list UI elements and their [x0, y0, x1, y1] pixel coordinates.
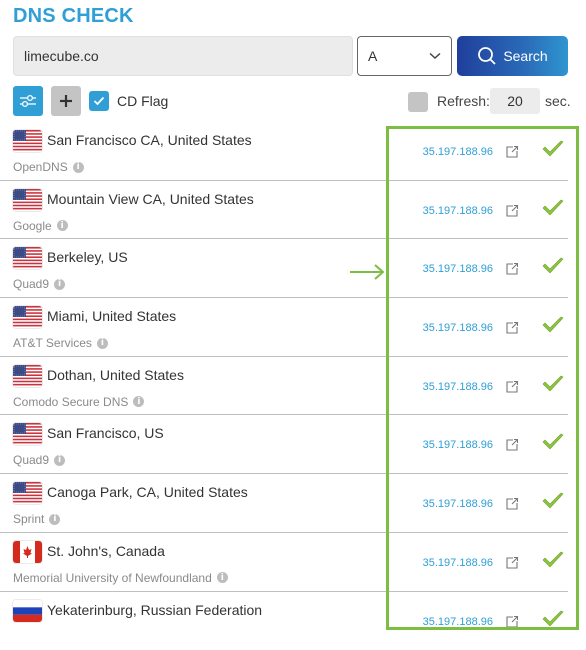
provider-name: Memorial University of Newfoundland: [13, 571, 212, 585]
info-icon[interactable]: i: [73, 162, 84, 173]
refresh-unit-label: sec.: [545, 93, 571, 109]
domain-input[interactable]: [13, 36, 353, 76]
provider-name: Comodo Secure DNS: [13, 395, 128, 409]
result-location: St. John's, Canada: [47, 543, 165, 559]
flag-us-icon: [13, 306, 42, 328]
result-row: Dothan, United States Comodo Secure DNS …: [0, 357, 568, 416]
external-link-icon[interactable]: [505, 321, 519, 335]
provider-name: Sprint: [13, 512, 44, 526]
result-ip-link[interactable]: 35.197.188.96: [423, 205, 493, 217]
result-provider: Comodo Secure DNS i: [13, 395, 144, 409]
external-link-icon[interactable]: [505, 204, 519, 218]
add-button[interactable]: [51, 86, 81, 116]
filter-settings-button[interactable]: [13, 86, 43, 116]
result-ip-link[interactable]: 35.197.188.96: [423, 263, 493, 275]
result-provider: Memorial University of Newfoundland i: [13, 571, 228, 585]
flag-ru-icon: [13, 600, 42, 622]
result-location: Miami, United States: [47, 308, 176, 324]
result-location: Yekaterinburg, Russian Federation: [47, 602, 262, 618]
status-ok-check-icon: [542, 257, 564, 275]
result-location: Canoga Park, CA, United States: [47, 484, 248, 500]
search-icon: [477, 46, 497, 66]
status-ok-check-icon: [542, 551, 564, 569]
result-location: Dothan, United States: [47, 367, 184, 383]
external-link-icon[interactable]: [505, 615, 519, 629]
flag-us-icon: [13, 365, 42, 387]
result-row: Berkeley, US Quad9 i 35.197.188.96: [0, 239, 568, 298]
sliders-icon: [19, 93, 37, 109]
info-icon[interactable]: i: [49, 514, 60, 525]
flag-us-icon: [13, 130, 42, 152]
result-row: Mountain View CA, United States Google i…: [0, 181, 568, 240]
result-row: Miami, United States AT&T Services i 35.…: [0, 298, 568, 357]
result-ip-link[interactable]: 35.197.188.96: [423, 498, 493, 510]
result-ip-link[interactable]: 35.197.188.96: [423, 322, 493, 334]
result-ip-link[interactable]: 35.197.188.96: [423, 439, 493, 451]
result-location: San Francisco, US: [47, 425, 164, 441]
info-icon[interactable]: i: [57, 220, 68, 231]
results-list: San Francisco CA, United States OpenDNS …: [0, 122, 568, 650]
external-link-icon[interactable]: [505, 262, 519, 276]
result-row: San Francisco CA, United States OpenDNS …: [0, 122, 568, 181]
provider-name: Quad9: [13, 277, 49, 291]
cd-flag-checkbox[interactable]: [89, 91, 109, 111]
external-link-icon[interactable]: [505, 380, 519, 394]
info-icon[interactable]: i: [133, 396, 144, 407]
result-provider: Quad9 i: [13, 453, 65, 467]
flag-us-icon: [13, 482, 42, 504]
result-provider: AT&T Services i: [13, 336, 108, 350]
refresh-checkbox[interactable]: [408, 92, 428, 112]
plus-icon: [59, 94, 73, 108]
info-icon[interactable]: i: [97, 338, 108, 349]
provider-name: OpenDNS: [13, 160, 68, 174]
record-type-select[interactable]: A: [357, 36, 452, 76]
flag-ca-icon: [13, 541, 42, 563]
chevron-down-icon: [429, 52, 441, 60]
result-provider: Google i: [13, 219, 68, 233]
search-button[interactable]: Search: [457, 36, 568, 76]
provider-name: Quad9: [13, 453, 49, 467]
flag-us-icon: [13, 189, 42, 211]
external-link-icon[interactable]: [505, 556, 519, 570]
info-icon[interactable]: i: [54, 455, 65, 466]
page-title: DNS CHECK: [13, 5, 134, 28]
result-provider: Sprint i: [13, 512, 60, 526]
info-icon[interactable]: i: [54, 279, 65, 290]
result-row: Yekaterinburg, Russian Federation 35.197…: [0, 592, 568, 650]
result-ip-link[interactable]: 35.197.188.96: [423, 557, 493, 569]
status-ok-check-icon: [542, 316, 564, 334]
result-location: Mountain View CA, United States: [47, 191, 254, 207]
result-ip-link[interactable]: 35.197.188.96: [423, 146, 493, 158]
result-location: San Francisco CA, United States: [47, 132, 252, 148]
result-provider: OpenDNS i: [13, 160, 84, 174]
external-link-icon[interactable]: [505, 145, 519, 159]
result-row: San Francisco, US Quad9 i 35.197.188.96: [0, 415, 568, 474]
refresh-interval-input[interactable]: [490, 88, 540, 114]
status-ok-check-icon: [542, 433, 564, 451]
provider-name: Google: [13, 219, 52, 233]
cd-flag-label: CD Flag: [117, 93, 168, 109]
result-ip-link[interactable]: 35.197.188.96: [423, 381, 493, 393]
arrow-right-icon: [350, 262, 386, 282]
info-icon[interactable]: i: [217, 572, 228, 583]
result-location: Berkeley, US: [47, 249, 128, 265]
flag-us-icon: [13, 423, 42, 445]
record-type-value: A: [368, 48, 377, 64]
status-ok-check-icon: [542, 492, 564, 510]
result-ip-link[interactable]: 35.197.188.96: [423, 616, 493, 628]
provider-name: AT&T Services: [13, 336, 92, 350]
status-ok-check-icon: [542, 610, 564, 628]
result-row: St. John's, Canada Memorial University o…: [0, 533, 568, 592]
external-link-icon[interactable]: [505, 497, 519, 511]
status-ok-check-icon: [542, 199, 564, 217]
status-ok-check-icon: [542, 140, 564, 158]
checkmark-icon: [93, 96, 105, 106]
result-row: Canoga Park, CA, United States Sprint i …: [0, 474, 568, 533]
flag-us-icon: [13, 247, 42, 269]
result-provider: Quad9 i: [13, 277, 65, 291]
status-ok-check-icon: [542, 375, 564, 393]
search-button-label: Search: [503, 48, 547, 64]
external-link-icon[interactable]: [505, 438, 519, 452]
refresh-label: Refresh:: [437, 93, 490, 109]
